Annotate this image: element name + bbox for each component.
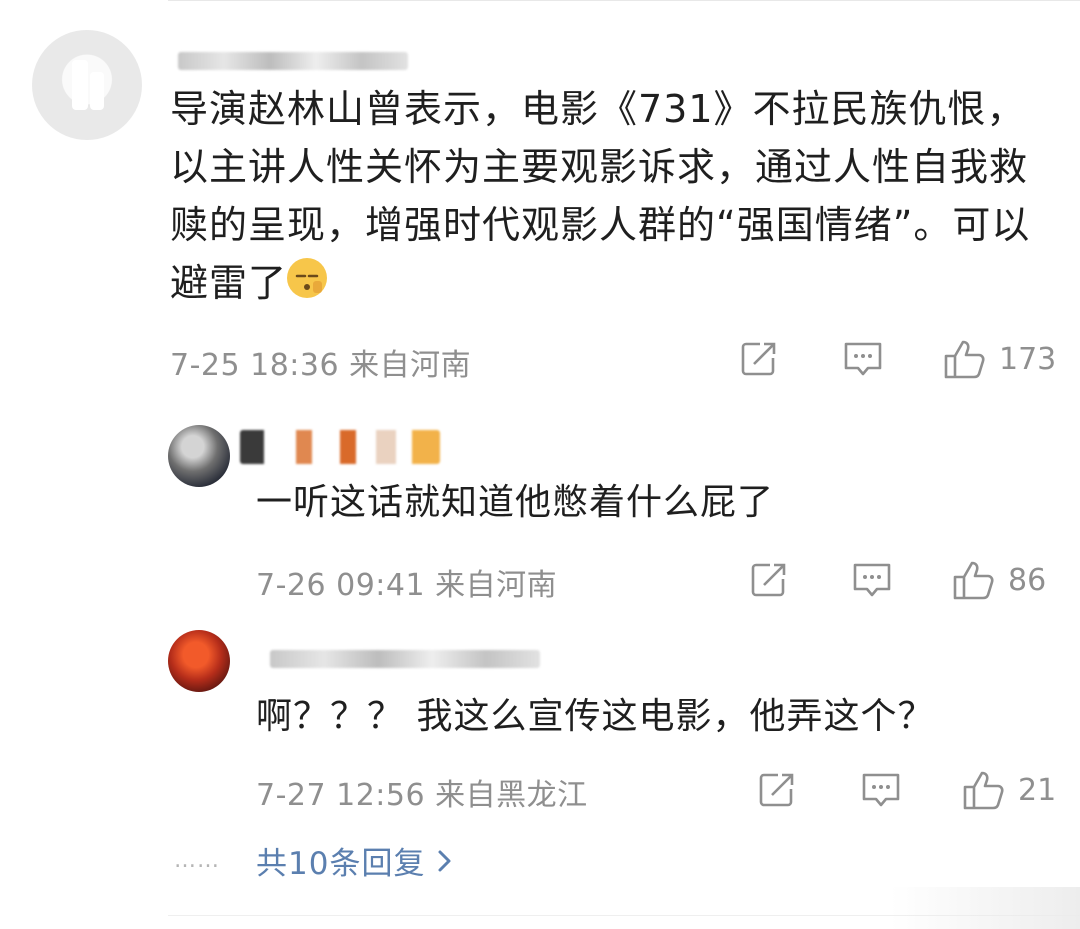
reply-meta: 7-27 12:56 来自黑龙江 [256, 778, 588, 813]
like-button[interactable]: 173 [943, 338, 1056, 380]
watermark-logo [890, 887, 1080, 929]
reply-text: 啊？？？ 我这么宣传这电影，他弄这个？ [256, 696, 935, 737]
like-count: 86 [1008, 562, 1047, 598]
username-obscured[interactable] [178, 52, 408, 70]
share-icon [751, 563, 786, 597]
comment-icon [853, 563, 891, 597]
like-icon [944, 340, 985, 379]
comment-button[interactable] [852, 561, 892, 599]
comment-meta: 7-25 18:36 来自河南 [170, 348, 472, 383]
share-button[interactable] [758, 771, 796, 809]
like-icon [953, 561, 994, 600]
share-button[interactable] [750, 561, 788, 599]
comment-button[interactable] [861, 771, 901, 809]
like-button[interactable]: 86 [952, 559, 1046, 601]
comment-button[interactable] [843, 340, 883, 378]
more-dots: …… [174, 848, 220, 873]
like-count: 173 [999, 341, 1057, 377]
like-icon [963, 771, 1004, 810]
like-count: 21 [1018, 772, 1057, 808]
chevron-right-icon [438, 850, 451, 871]
comment-icon [844, 342, 882, 376]
avatar[interactable] [32, 30, 142, 140]
comment-icon [862, 773, 900, 807]
reply-text: 一听这话就知道他憋着什么屁了 [256, 482, 775, 523]
username-obscured[interactable] [270, 650, 540, 668]
reply-meta: 7-26 09:41 来自河南 [256, 568, 558, 603]
view-more-replies-link[interactable]: 共10条回复 [256, 838, 455, 883]
username-obscured[interactable] [240, 430, 440, 464]
like-button[interactable]: 21 [962, 769, 1056, 811]
share-icon [741, 342, 776, 376]
top-divider [168, 0, 1080, 1]
avatar[interactable] [168, 425, 230, 487]
more-replies-label: 共10条回复 [256, 846, 426, 882]
comment-text: 导演赵林山曾表示，电影《731》不拉民族仇恨，以主讲人性关怀为主要观影诉求，通过… [170, 80, 1060, 312]
avatar-placeholder-icon [72, 60, 104, 110]
emoji-icon [287, 258, 328, 298]
share-button[interactable] [740, 340, 778, 378]
share-icon [759, 773, 794, 807]
avatar[interactable] [168, 630, 230, 692]
